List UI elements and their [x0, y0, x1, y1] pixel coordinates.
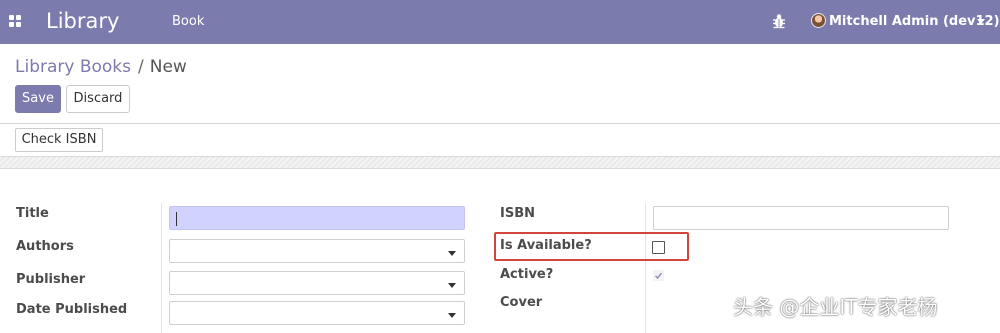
breadcrumb-separator: / [138, 57, 144, 77]
right-label-divider [645, 203, 646, 333]
isbn-label: ISBN [500, 206, 535, 221]
menu-item-book[interactable]: Book [172, 13, 204, 31]
date-published-select[interactable] [169, 301, 465, 325]
check-isbn-button[interactable]: Check ISBN [15, 128, 103, 152]
top-navbar: Library Book Mitchell Admin (dev12) [0, 0, 1000, 44]
publisher-label: Publisher [16, 272, 86, 287]
active-checkbox[interactable] [653, 270, 664, 281]
left-label-divider [161, 203, 162, 333]
breadcrumb-parent-link[interactable]: Library Books [15, 57, 131, 77]
text-cursor [176, 212, 177, 226]
breadcrumb-current: New [149, 57, 187, 77]
user-avatar[interactable] [811, 13, 826, 28]
chevron-down-icon[interactable] [448, 283, 456, 288]
caret-down-icon[interactable] [977, 19, 985, 24]
authors-select[interactable] [169, 239, 465, 263]
date-published-label: Date Published [16, 302, 128, 317]
save-button[interactable]: Save [15, 85, 61, 113]
active-label: Active? [500, 267, 554, 282]
title-input[interactable] [169, 206, 465, 230]
breadcrumb: Library Books / New [15, 56, 187, 78]
discard-button[interactable]: Discard [66, 85, 130, 113]
watermark-text: 头条 @企业IT专家老杨 [733, 295, 938, 319]
form-sheet-background [0, 157, 1000, 169]
user-menu-label[interactable]: Mitchell Admin (dev12) [829, 13, 1000, 31]
bug-icon[interactable] [772, 13, 786, 29]
checkmark-icon [654, 272, 663, 280]
annotation-highlight-box [494, 232, 689, 261]
control-panel-divider [0, 123, 1000, 124]
chevron-down-icon[interactable] [448, 251, 456, 256]
authors-label: Authors [16, 239, 74, 254]
cover-label: Cover [500, 295, 543, 310]
apps-grid-icon[interactable] [9, 15, 21, 27]
title-label: Title [16, 206, 49, 221]
isbn-input[interactable] [653, 206, 949, 230]
chevron-down-icon[interactable] [448, 313, 456, 318]
app-title[interactable]: Library [46, 7, 119, 35]
publisher-select[interactable] [169, 271, 465, 295]
